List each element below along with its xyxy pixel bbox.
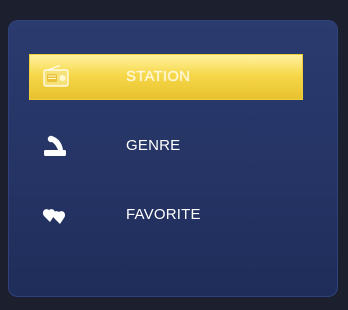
gramophone-icon — [42, 133, 70, 159]
menu-item-genre[interactable]: GENRE — [30, 124, 302, 168]
menu-item-label: STATION — [126, 68, 191, 85]
menu-item-label: FAVORITE — [126, 206, 201, 223]
screen-frame: STATION GENRE FAVORITE — [0, 0, 348, 310]
radio-icon — [42, 64, 70, 90]
hearts-icon — [42, 202, 70, 228]
menu-item-label: GENRE — [126, 137, 181, 154]
menu-item-favorite[interactable]: FAVORITE — [30, 193, 302, 237]
menu-item-station[interactable]: STATION — [30, 55, 302, 99]
